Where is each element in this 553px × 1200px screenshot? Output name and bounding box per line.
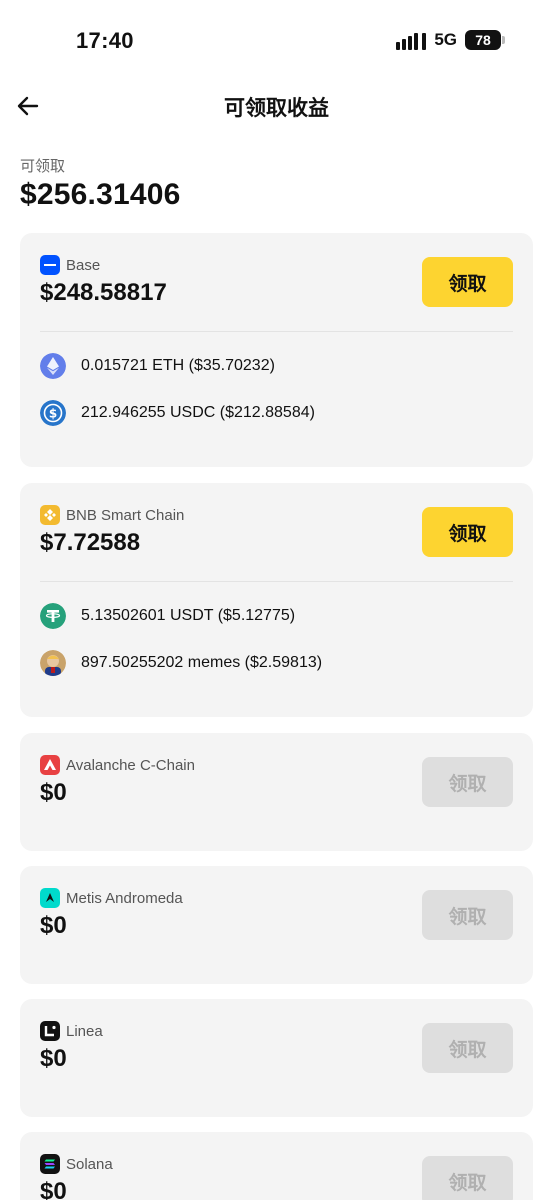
svg-text:$: $: [49, 407, 57, 421]
status-bar: 17:40 5G 78: [0, 0, 553, 80]
token-balance: 212.946255 USDC ($212.88584): [81, 404, 315, 421]
chain-amount: $0: [40, 912, 67, 939]
chain-amount: $248.58817: [40, 279, 167, 306]
claim-button-base[interactable]: 领取: [422, 257, 513, 307]
chain-card-avalanche: Avalanche C-Chain $0 领取: [20, 733, 533, 851]
claim-button-bnb[interactable]: 领取: [422, 507, 513, 557]
usdt-icon: [40, 603, 66, 629]
claim-button-solana[interactable]: 领取: [422, 1156, 513, 1200]
claimable-earnings-screen: 17:40 5G 78 可领取收益 可领取 $256.31406 Base $2…: [0, 0, 553, 1200]
signal-icon: [396, 30, 427, 50]
token-row: 5.13502601 USDT ($5.12775): [40, 603, 295, 629]
divider: [40, 331, 513, 332]
claim-button-avalanche[interactable]: 领取: [422, 757, 513, 807]
status-time: 17:40: [76, 28, 134, 53]
chain-card-metis: Metis Andromeda $0 领取: [20, 866, 533, 984]
chain-name: BNB Smart Chain: [66, 506, 185, 524]
total-claimable-label: 可领取: [20, 158, 66, 175]
eth-icon: [40, 353, 66, 379]
chain-card-base: Base $248.58817 领取 0.015721 ETH ($35.702…: [20, 233, 533, 467]
chain-name: Metis Andromeda: [66, 889, 183, 907]
status-indicators: 5G 78: [396, 30, 505, 50]
token-balance: 897.50255202 memes ($2.59813): [81, 654, 323, 671]
metis-logo-icon: [40, 888, 60, 908]
chain-name: Solana: [66, 1155, 113, 1173]
base-logo-icon: [40, 255, 60, 275]
chain-card-solana: Solana $0 领取: [20, 1132, 533, 1200]
battery-icon: 78: [465, 30, 505, 50]
solana-logo-icon: [40, 1154, 60, 1174]
chain-name: Linea: [66, 1022, 103, 1040]
claim-button-linea[interactable]: 领取: [422, 1023, 513, 1073]
divider: [40, 581, 513, 582]
token-row: 0.015721 ETH ($35.70232): [40, 353, 275, 379]
token-balance: 5.13502601 USDT ($5.12775): [81, 607, 296, 624]
network-label: 5G: [434, 30, 457, 49]
battery-level: 78: [465, 30, 501, 50]
token-row: $ 212.946255 USDC ($212.88584): [40, 400, 315, 426]
chain-amount: $0: [40, 1178, 67, 1200]
chain-name: Avalanche C-Chain: [66, 756, 195, 774]
token-row: 897.50255202 memes ($2.59813): [40, 650, 322, 676]
chain-amount: $0: [40, 779, 67, 806]
claim-button-metis[interactable]: 领取: [422, 890, 513, 940]
page-title: 可领取收益: [224, 97, 329, 120]
avalanche-logo-icon: [40, 755, 60, 775]
bnb-logo-icon: [40, 505, 60, 525]
total-claimable-amount: $256.31406: [20, 178, 181, 211]
chain-card-bnb: BNB Smart Chain $7.72588 领取 5.13502601 U…: [20, 483, 533, 717]
usdc-icon: $: [40, 400, 66, 426]
linea-logo-icon: [40, 1021, 60, 1041]
chain-amount: $7.72588: [40, 529, 141, 556]
chain-amount: $0: [40, 1045, 67, 1072]
token-balance: 0.015721 ETH ($35.70232): [81, 357, 275, 374]
chain-name: Base: [66, 256, 101, 274]
header: 可领取收益: [0, 80, 553, 136]
memes-icon: [40, 650, 66, 676]
chain-card-linea: Linea $0 领取: [20, 999, 533, 1117]
